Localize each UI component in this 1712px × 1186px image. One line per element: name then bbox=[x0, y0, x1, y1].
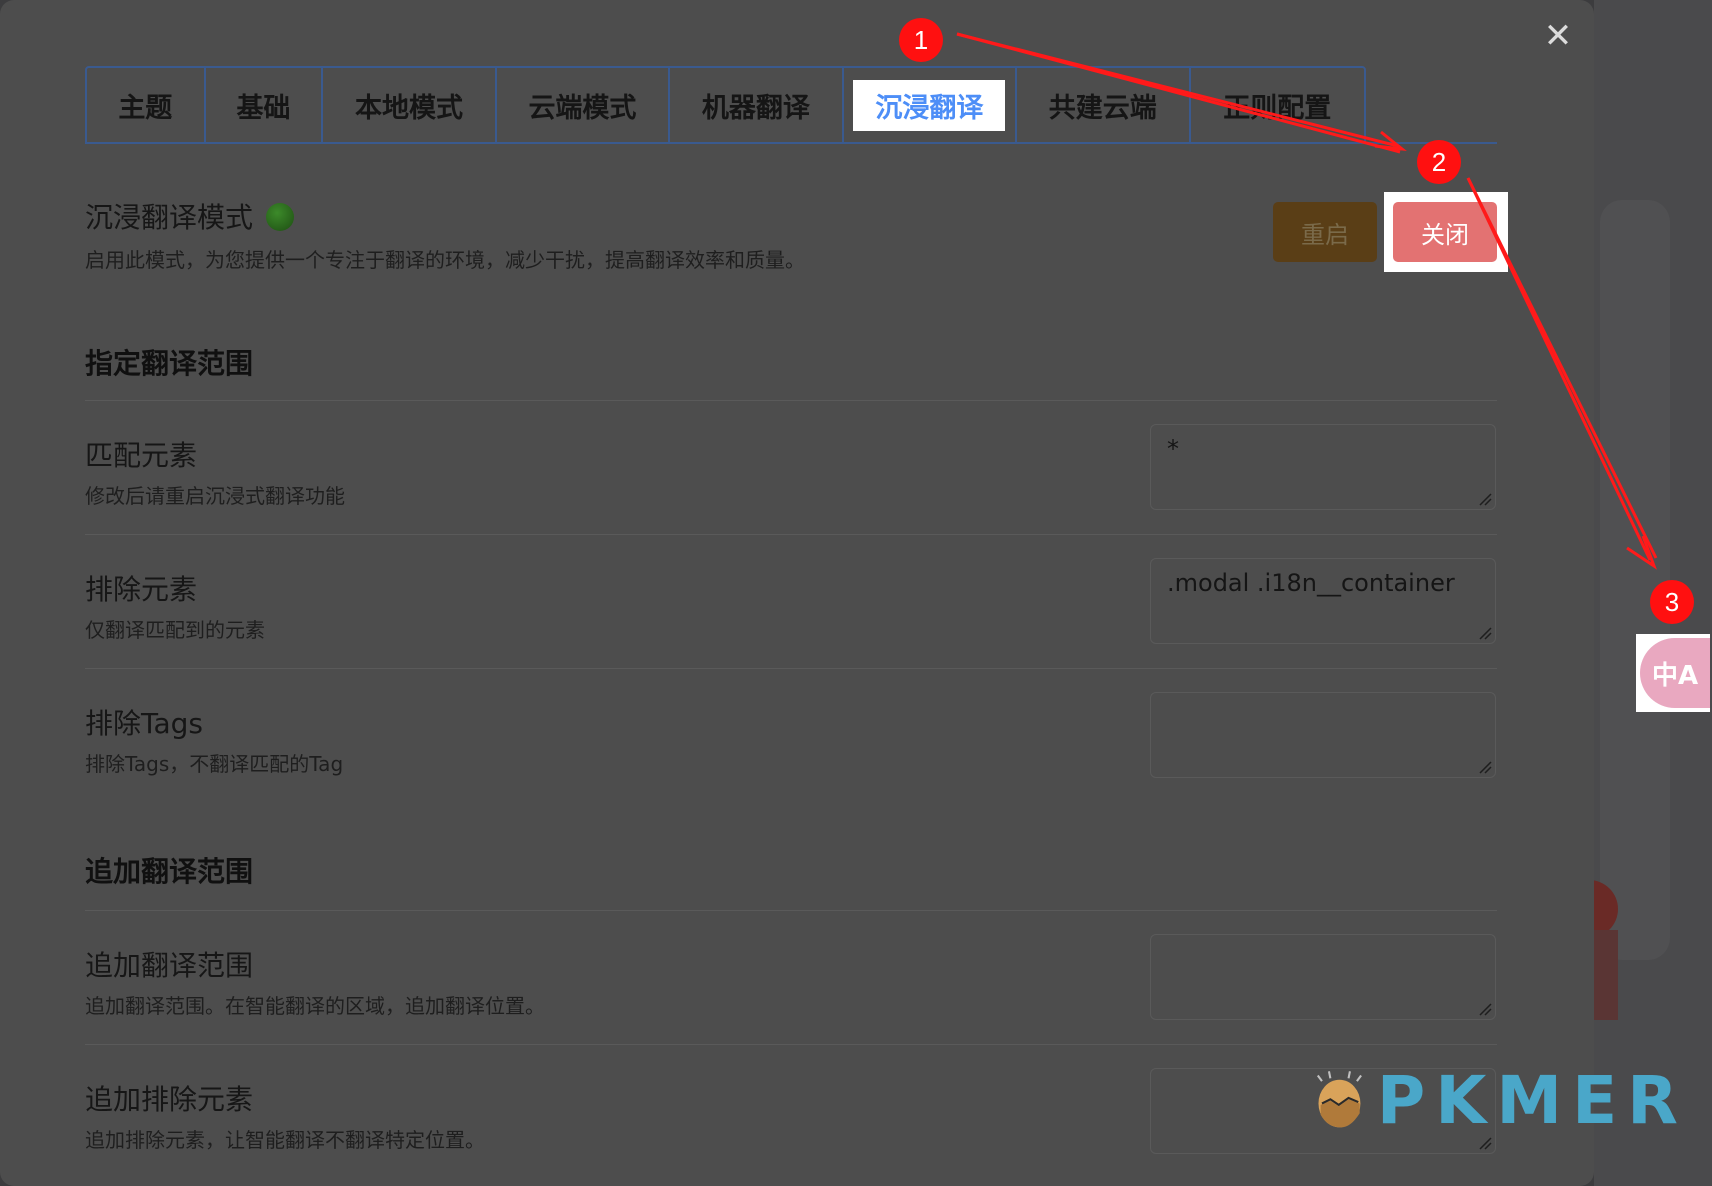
tab-machine-translate[interactable]: 机器翻译 bbox=[670, 68, 844, 142]
tab-label: 共建云端 bbox=[1048, 92, 1157, 124]
tab-label: 机器翻译 bbox=[701, 92, 810, 124]
restart-button[interactable]: 重启 bbox=[1273, 202, 1377, 262]
pkmer-logo-icon bbox=[1316, 1071, 1362, 1128]
tab-label: 沉浸翻译 bbox=[853, 79, 1006, 131]
row-desc-append-scope: 追加翻译范围。在智能翻译的区域，追加翻译位置。 bbox=[85, 994, 545, 1018]
tab-basic[interactable]: 基础 bbox=[206, 68, 324, 142]
annotation-badge-3: 3 bbox=[1650, 580, 1694, 624]
section-heading-append: 追加翻译范围 bbox=[85, 855, 254, 888]
divider bbox=[85, 1044, 1497, 1045]
annotation-badge-2: 2 bbox=[1417, 140, 1461, 184]
close-icon[interactable]: ✕ bbox=[1540, 18, 1576, 54]
tab-theme[interactable]: 主题 bbox=[87, 68, 206, 142]
textarea-value: .modal .i18n__container bbox=[1167, 569, 1455, 597]
tab-bar: 主题 基础 本地模式 云端模式 机器翻译 沉浸翻译 共建云端 正则配置 bbox=[85, 66, 1366, 144]
resize-grip-icon[interactable] bbox=[1478, 1002, 1492, 1016]
row-title-append-exclude: 追加排除元素 bbox=[85, 1083, 254, 1116]
tab-community-cloud[interactable]: 共建云端 bbox=[1017, 68, 1191, 142]
resize-grip-icon[interactable] bbox=[1478, 492, 1492, 506]
immersive-mode-label: 沉浸翻译模式 bbox=[85, 201, 254, 234]
tab-label: 本地模式 bbox=[354, 92, 463, 124]
pkmer-text: PKMER bbox=[1376, 1061, 1688, 1139]
row-desc-exclude-elements: 仅翻译匹配到的元素 bbox=[85, 618, 265, 642]
backdrop-card bbox=[1600, 200, 1670, 960]
divider bbox=[85, 400, 1497, 401]
section-heading-scope: 指定翻译范围 bbox=[85, 347, 254, 380]
divider bbox=[85, 534, 1497, 535]
match-elements-textarea[interactable]: * bbox=[1150, 424, 1496, 510]
tab-cloud-mode[interactable]: 云端模式 bbox=[497, 68, 671, 142]
row-desc-exclude-tags: 排除Tags，不翻译匹配的Tag bbox=[85, 752, 344, 776]
row-title-exclude-tags: 排除Tags bbox=[85, 707, 203, 740]
row-desc-append-exclude: 追加排除元素，让智能翻译不翻译特定位置。 bbox=[85, 1128, 485, 1152]
divider bbox=[85, 668, 1497, 669]
close-mode-button[interactable]: 关闭 bbox=[1393, 202, 1497, 262]
divider bbox=[85, 910, 1497, 911]
tab-regex-config[interactable]: 正则配置 bbox=[1191, 68, 1364, 142]
tab-immersive-translate[interactable]: 沉浸翻译 bbox=[844, 68, 1018, 142]
row-title-exclude-elements: 排除元素 bbox=[85, 573, 198, 606]
immersive-mode-description: 启用此模式，为您提供一个专注于翻译的环境，减少干扰，提高翻译效率和质量。 bbox=[85, 248, 805, 272]
resize-grip-icon[interactable] bbox=[1478, 760, 1492, 774]
exclude-tags-textarea[interactable] bbox=[1150, 692, 1496, 778]
row-desc-match-elements: 修改后请重启沉浸式翻译功能 bbox=[85, 484, 345, 508]
row-title-match-elements: 匹配元素 bbox=[85, 439, 198, 472]
textarea-value: * bbox=[1167, 435, 1179, 463]
translate-float-button[interactable]: 中A bbox=[1636, 634, 1710, 712]
resize-grip-icon[interactable] bbox=[1478, 626, 1492, 640]
row-title-append-scope: 追加翻译范围 bbox=[85, 949, 254, 982]
tab-divider bbox=[85, 142, 1497, 144]
immersive-mode-title: 沉浸翻译模式 bbox=[85, 196, 294, 236]
tab-label: 正则配置 bbox=[1223, 92, 1332, 124]
append-scope-textarea[interactable] bbox=[1150, 934, 1496, 1020]
settings-modal: ✕ 主题 基础 本地模式 云端模式 机器翻译 沉浸翻译 共建云端 正则配置 沉浸… bbox=[0, 0, 1594, 1186]
annotation-badge-1: 1 bbox=[899, 18, 943, 62]
translate-icon: 中A bbox=[1640, 638, 1710, 708]
green-dot-icon bbox=[265, 203, 294, 231]
tab-label: 主题 bbox=[118, 92, 173, 124]
tab-label: 基础 bbox=[236, 92, 291, 124]
pkmer-watermark: PKMER bbox=[1308, 1055, 1688, 1145]
tab-local-mode[interactable]: 本地模式 bbox=[323, 68, 497, 142]
exclude-elements-textarea[interactable]: .modal .i18n__container bbox=[1150, 558, 1496, 644]
tab-label: 云端模式 bbox=[528, 92, 637, 124]
